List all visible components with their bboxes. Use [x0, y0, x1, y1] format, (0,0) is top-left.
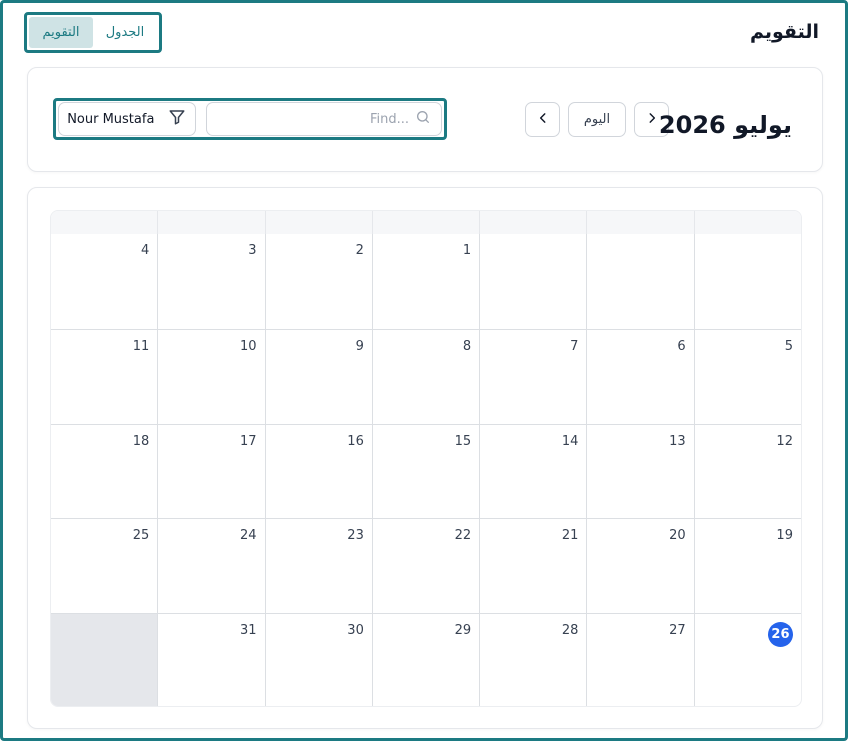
week-row: 25 24 23 22 21 20 19 — [51, 518, 801, 614]
today-cell[interactable]: 26 — [693, 613, 801, 706]
day-cell[interactable]: 4 — [51, 234, 157, 329]
day-cell[interactable]: 14 — [479, 423, 587, 519]
calendar-toolbar: Nour Mustafa اليوم يوليو 2026 — [27, 67, 823, 172]
day-number: 23 — [347, 528, 364, 544]
day-cell[interactable]: 29 — [371, 613, 480, 706]
day-number: 5 — [784, 338, 793, 354]
day-cell[interactable]: 27 — [586, 613, 694, 706]
day-cell[interactable] — [693, 234, 801, 329]
weekday-header — [371, 211, 479, 234]
day-cell[interactable]: 20 — [586, 518, 694, 614]
app-frame: التقويم الجدول التقويم Nour Mustafa Find… — [0, 0, 848, 741]
day-cell[interactable]: 13 — [586, 423, 694, 519]
day-number: 29 — [454, 623, 472, 639]
day-cell[interactable]: 30 — [264, 613, 372, 706]
week-row: 4 3 2 1 — [51, 234, 801, 329]
day-number: 18 — [132, 433, 150, 449]
day-cell[interactable]: 7 — [479, 328, 587, 424]
day-cell[interactable]: 25 — [51, 518, 158, 613]
day-number: 19 — [776, 528, 793, 544]
weekday-header — [479, 211, 586, 234]
week-row: 18 17 16 15 14 13 12 — [51, 423, 801, 519]
day-cell[interactable]: 16 — [264, 423, 372, 519]
day-cell[interactable]: 28 — [479, 613, 587, 706]
day-cell[interactable]: 8 — [371, 328, 480, 424]
day-cell[interactable]: 19 — [693, 518, 801, 614]
day-number: 22 — [454, 528, 472, 544]
table-view-button[interactable]: الجدول — [93, 17, 157, 48]
day-number: 25 — [132, 528, 150, 544]
day-cell[interactable]: 3 — [157, 234, 264, 329]
day-cell[interactable]: 17 — [157, 423, 265, 519]
day-cell[interactable]: 11 — [51, 328, 158, 424]
day-cell[interactable] — [586, 234, 693, 329]
week-row: 31 30 29 28 27 26 — [51, 613, 801, 706]
day-number: 21 — [561, 528, 579, 544]
filter-user-label: Nour Mustafa — [67, 111, 155, 127]
day-number: 27 — [669, 623, 686, 639]
user-filter-button[interactable]: Nour Mustafa — [58, 102, 196, 136]
weekday-header — [693, 211, 801, 234]
day-number: 7 — [570, 338, 579, 354]
day-cell[interactable]: 10 — [157, 328, 265, 424]
weekday-header — [51, 211, 157, 234]
day-number: 8 — [462, 338, 472, 354]
search-icon — [415, 109, 431, 129]
page-title: التقويم — [749, 21, 819, 43]
day-number: 13 — [669, 433, 686, 449]
today-badge: 26 — [767, 622, 793, 648]
today-button[interactable]: اليوم — [568, 102, 626, 137]
weekday-header — [586, 211, 693, 234]
day-number: 12 — [776, 433, 793, 449]
day-number: 3 — [248, 243, 257, 258]
day-number: 30 — [347, 623, 364, 639]
day-cell[interactable]: 5 — [693, 328, 801, 424]
day-number: 15 — [454, 433, 472, 449]
day-cell[interactable]: 6 — [586, 328, 694, 424]
week-row: 11 10 9 8 7 6 5 — [51, 328, 801, 424]
day-cell[interactable]: 23 — [264, 518, 372, 614]
day-cell[interactable]: 21 — [479, 518, 587, 614]
day-number: 4 — [141, 243, 150, 258]
view-toggle: التقويم الجدول — [24, 12, 162, 53]
previous-month-button[interactable] — [525, 102, 560, 137]
day-number: 20 — [669, 528, 686, 544]
search-box — [205, 102, 442, 136]
filter-group: Nour Mustafa — [53, 98, 447, 140]
search-input[interactable] — [229, 111, 409, 127]
day-number: 2 — [355, 243, 364, 258]
day-cell[interactable]: 12 — [693, 423, 801, 519]
weekday-header — [264, 211, 372, 234]
calendar-view-button[interactable]: التقويم — [29, 17, 93, 48]
day-cell[interactable]: 2 — [264, 234, 372, 329]
day-number: 6 — [677, 338, 686, 354]
outside-month-cell — [51, 613, 158, 706]
day-cell[interactable]: 15 — [371, 423, 480, 519]
day-number: 31 — [240, 623, 257, 639]
chevron-right-icon — [645, 110, 659, 129]
day-number: 17 — [240, 433, 257, 449]
weekday-header — [157, 211, 264, 234]
day-number: 14 — [561, 433, 579, 449]
calendar-grid: 4 3 2 1 11 10 9 8 7 6 5 18 17 16 15 14 1… — [50, 210, 802, 707]
day-number: 16 — [347, 433, 364, 449]
day-cell[interactable] — [479, 234, 586, 329]
day-cell[interactable]: 9 — [264, 328, 372, 424]
day-number: 1 — [462, 243, 472, 258]
day-cell[interactable]: 31 — [157, 613, 265, 706]
day-number: 9 — [355, 338, 364, 354]
filter-icon — [168, 108, 186, 130]
day-cell[interactable]: 18 — [51, 423, 158, 519]
day-cell[interactable]: 24 — [157, 518, 265, 614]
day-number: 11 — [132, 338, 150, 354]
day-cell[interactable]: 1 — [371, 234, 479, 329]
day-cell[interactable]: 22 — [371, 518, 480, 614]
calendar-card: 4 3 2 1 11 10 9 8 7 6 5 18 17 16 15 14 1… — [27, 187, 823, 729]
day-number: 28 — [561, 623, 579, 639]
weekday-header-row — [51, 211, 801, 234]
chevron-left-icon — [536, 110, 550, 129]
day-number: 24 — [240, 528, 257, 544]
day-number: 10 — [240, 338, 257, 354]
month-title: يوليو 2026 — [658, 111, 792, 139]
